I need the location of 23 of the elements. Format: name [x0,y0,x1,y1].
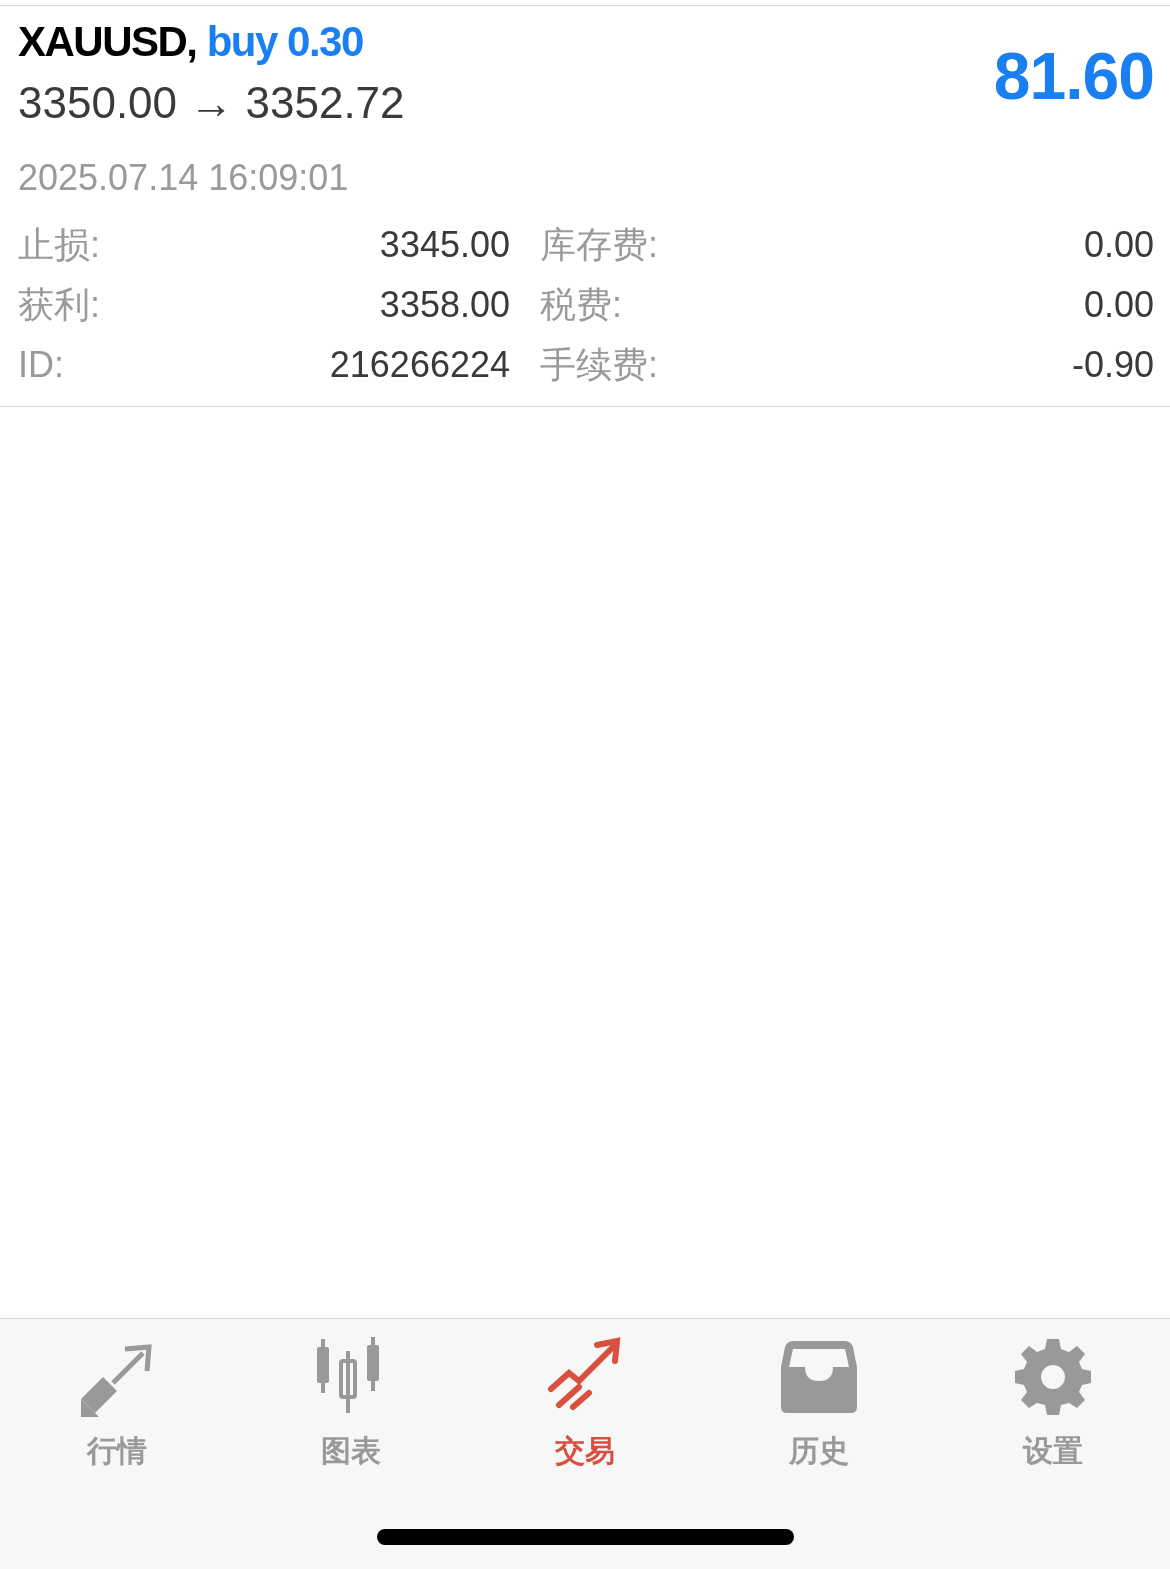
price-range: 3350.00 → 3352.72 [18,77,405,129]
detail-value: 216266224 [328,343,510,387]
detail-value: 3345.00 [378,223,510,267]
detail-label: 获利: [18,283,101,327]
settings-icon [1013,1337,1093,1417]
tab[interactable]: 图表 [234,1337,468,1472]
detail-label: ID: [18,343,65,387]
tab[interactable]: 设置 [936,1337,1170,1472]
detail-label: 止损: [18,223,101,267]
detail-value: -0.90 [1070,343,1154,387]
tab[interactable]: 行情 [0,1337,234,1472]
tab[interactable]: 历史 [702,1337,936,1472]
detail-value: 0.00 [1082,283,1154,327]
profit-value: 81.60 [993,38,1154,114]
position-card[interactable]: XAUUSD, buy 0.30 3350.00 → 3352.72 81.60 2025.07.14 16:09:01 止损: 3345.00 库存费: 0.00 获利: 3358.00 税费: 0.00 ID: 216266224 手续费: -0.90 [0,5,1170,407]
detail-label: 库存费: [539,223,659,267]
detail-label: 手续费: [539,343,659,387]
detail-value: 0.00 [1082,223,1154,267]
open-time: 2025.07.14 16:09:01 [18,156,350,200]
tab[interactable]: 交易 [468,1337,702,1472]
detail-value: 3358.00 [378,283,510,327]
position-title: XAUUSD, buy 0.30 [18,17,364,67]
detail-label: 税费: [539,283,623,327]
